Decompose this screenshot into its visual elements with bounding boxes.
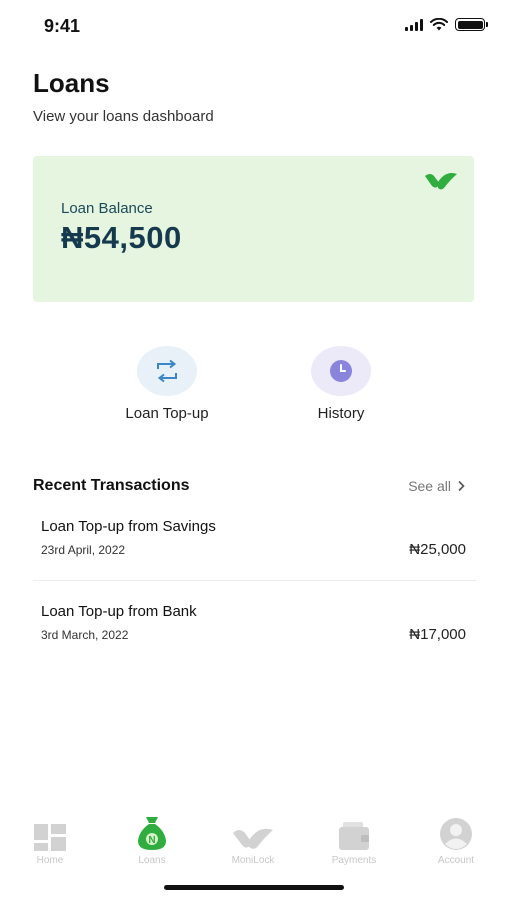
loan-balance-card: Loan Balance ₦54,500 [33,156,474,302]
tab-home-label: Home [36,855,64,866]
loan-top-up-label: Loan Top-up [125,405,209,422]
brand-logo-icon [425,173,457,190]
transaction-title: Loan Top-up from Savings [41,518,216,535]
page-subtitle: View your loans dashboard [33,108,214,125]
status-bar: 9:41 [0,0,507,50]
history-label: History [317,405,365,422]
bottom-tab-bar: Home N Loans MoniLock Payments Account [0,815,507,870]
history-icon-circle [311,346,371,396]
loan-top-up-button[interactable]: Loan Top-up [107,346,227,422]
recent-transactions-title: Recent Transactions [33,477,190,494]
transaction-row[interactable]: Loan Top-up from Bank 3rd March, 2022 ₦1… [33,590,476,660]
balance-label: Loan Balance [61,200,153,217]
home-grid-icon [34,824,66,851]
monilock-logo-icon [233,828,273,849]
transaction-amount: ₦17,000 [409,626,466,643]
transaction-row[interactable]: Loan Top-up from Savings 23rd April, 202… [33,505,476,581]
tab-payments-label: Payments [331,855,377,866]
home-indicator [164,885,344,890]
clock-icon [330,360,352,382]
status-icons [405,18,488,31]
svg-text:N: N [148,835,155,846]
status-time: 9:41 [44,16,81,36]
tab-account[interactable]: Account [416,815,496,866]
tab-monilock-label: MoniLock [231,855,275,866]
transaction-title: Loan Top-up from Bank [41,603,197,620]
chevron-right-icon [458,480,465,492]
transaction-date: 23rd April, 2022 [41,543,126,557]
transaction-date: 3rd March, 2022 [41,628,129,642]
transaction-amount: ₦25,000 [409,541,466,558]
tab-monilock[interactable]: MoniLock [213,815,293,866]
balance-amount: ₦54,500 [61,220,182,255]
tab-loans[interactable]: N Loans [112,815,192,866]
tab-loans-label: Loans [138,855,166,866]
history-button[interactable]: History [281,346,401,422]
page-title: Loans [33,68,110,98]
loan-top-up-icon-circle [137,346,197,396]
see-all-label: See all [408,478,451,494]
cellular-signal-icon [405,18,423,31]
tab-payments[interactable]: Payments [314,815,394,866]
user-icon [440,818,472,850]
tab-account-label: Account [437,855,475,866]
see-all-link[interactable]: See all [408,478,465,494]
wallet-icon [339,822,369,850]
money-bag-icon: N [138,817,166,850]
wifi-icon [430,18,448,31]
battery-icon [455,18,488,31]
swap-arrows-icon [157,359,177,383]
tab-home[interactable]: Home [10,815,90,866]
